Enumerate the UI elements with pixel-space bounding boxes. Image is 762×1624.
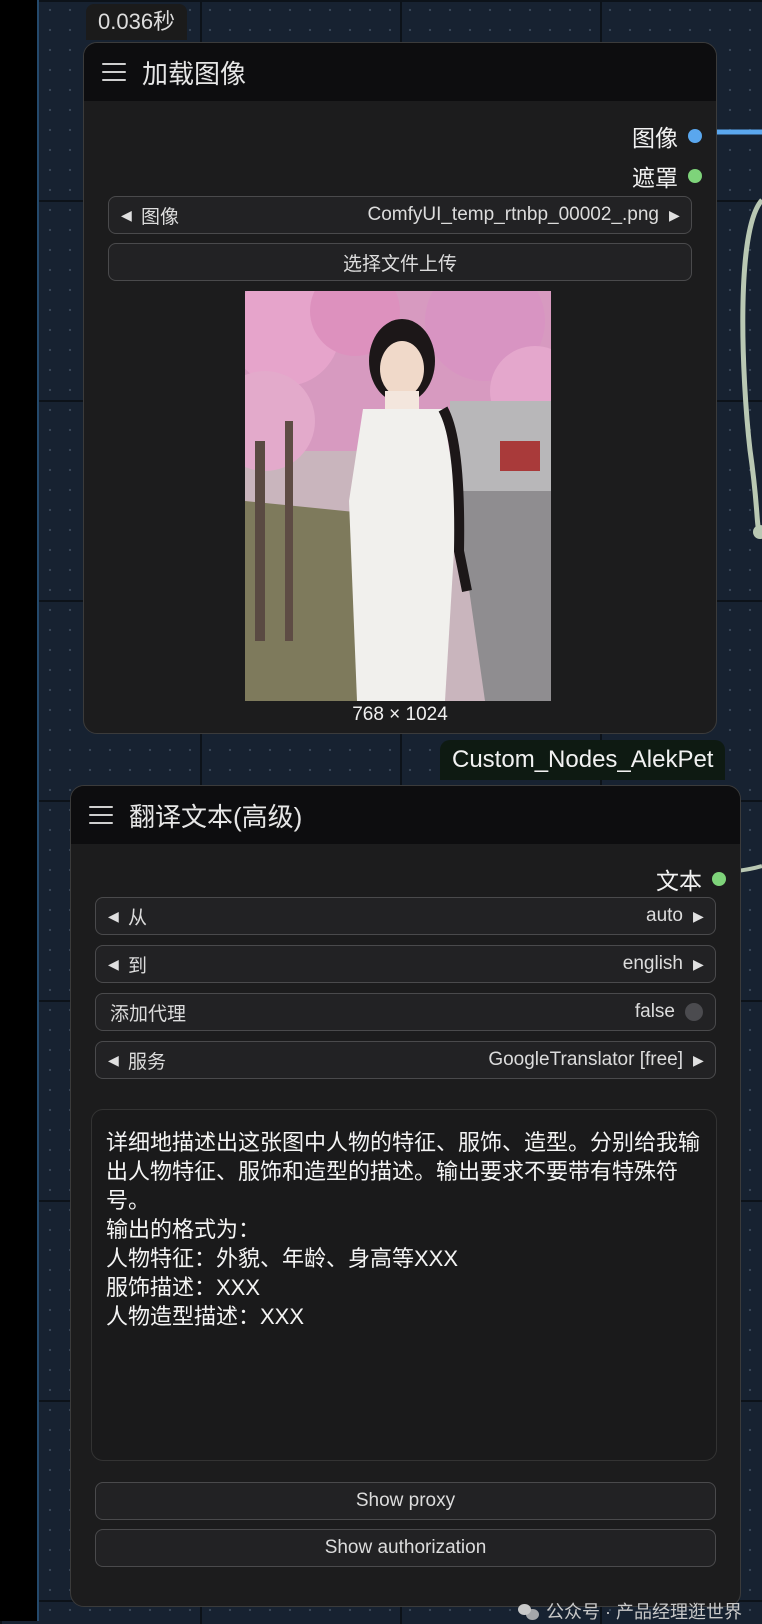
widget-label: 图像	[141, 206, 180, 228]
group-tag: Custom_Nodes_AlekPet	[440, 740, 726, 780]
from-language-widget[interactable]: ◀ 从 auto ▶	[95, 897, 716, 935]
arrow-right-icon[interactable]: ▶	[693, 956, 704, 973]
output-label: 遮罩	[632, 165, 678, 191]
toggle-indicator[interactable]	[685, 1003, 703, 1021]
upload-file-button[interactable]: 选择文件上传	[108, 243, 692, 281]
output-slot-dot[interactable]	[688, 169, 702, 183]
arrow-left-icon[interactable]: ◀	[108, 908, 119, 925]
arrow-left-icon[interactable]: ◀	[121, 207, 132, 224]
node-title: 加载图像	[142, 58, 247, 89]
wechat-icon	[518, 1602, 540, 1620]
node-header[interactable]: 加载图像	[84, 43, 716, 101]
prompt-textarea[interactable]: 详细地描述出这张图中人物的特征、服饰、造型。分别给我输出人物特征、服饰和造型的描…	[91, 1109, 717, 1461]
output-slot-dot[interactable]	[688, 129, 702, 143]
widget-label: 服务	[128, 1051, 167, 1073]
menu-icon[interactable]	[89, 806, 113, 824]
watermark: 公众号 · 产品经理逛世界	[518, 1598, 742, 1624]
node-header[interactable]: 翻译文本(高级)	[71, 786, 740, 844]
output-slot-dot[interactable]	[712, 872, 726, 886]
output-label: 图像	[632, 125, 678, 151]
arrow-left-icon[interactable]: ◀	[108, 1052, 119, 1069]
widget-label: 到	[128, 955, 148, 977]
menu-icon[interactable]	[102, 63, 126, 81]
to-language-widget[interactable]: ◀ 到 english ▶	[95, 945, 716, 983]
watermark-text: 公众号 · 产品经理逛世界	[546, 1602, 742, 1622]
show-proxy-button[interactable]: Show proxy	[95, 1482, 716, 1520]
output-text[interactable]: 文本	[656, 862, 726, 896]
widget-value: GoogleTranslator [free]	[488, 1049, 683, 1070]
add-proxy-toggle[interactable]: 添加代理 false	[95, 993, 716, 1031]
widget-value: english	[622, 953, 683, 974]
widget-value: auto	[646, 905, 683, 926]
widget-label: 添加代理	[110, 1003, 187, 1025]
execution-time-badge: 0.036秒	[86, 4, 188, 40]
arrow-right-icon[interactable]: ▶	[693, 908, 704, 925]
show-authorization-button[interactable]: Show authorization	[95, 1529, 716, 1567]
image-combo-widget[interactable]: ◀ 图像 ComfyUI_temp_rtnbp_00002_.png ▶	[108, 196, 692, 234]
image-size-label: 768 × 1024	[352, 704, 448, 725]
translate-text-node[interactable]: 翻译文本(高级) 文本 ◀ 从 auto ▶ ◀ 到 english ▶ 添加代…	[70, 785, 741, 1607]
widget-value: false	[634, 1001, 675, 1022]
arrow-right-icon[interactable]: ▶	[693, 1052, 704, 1069]
service-widget[interactable]: ◀ 服务 GoogleTranslator [free] ▶	[95, 1041, 716, 1079]
widget-label: 从	[128, 907, 148, 929]
output-label: 文本	[656, 868, 702, 894]
output-image[interactable]: 图像	[632, 119, 702, 153]
reroute-dot	[753, 525, 762, 539]
output-mask[interactable]: 遮罩	[632, 159, 702, 193]
load-image-node[interactable]: 加载图像 图像 遮罩 ◀ 图像 ComfyUI_temp_rtnbp_00002…	[83, 42, 717, 734]
canvas-left-panel	[0, 0, 39, 1621]
mask-wire	[740, 198, 762, 538]
widget-value: ComfyUI_temp_rtnbp_00002_.png	[367, 204, 659, 225]
node-title: 翻译文本(高级)	[129, 801, 303, 832]
arrow-right-icon[interactable]: ▶	[669, 207, 680, 224]
arrow-left-icon[interactable]: ◀	[108, 956, 119, 973]
image-preview	[245, 291, 551, 701]
